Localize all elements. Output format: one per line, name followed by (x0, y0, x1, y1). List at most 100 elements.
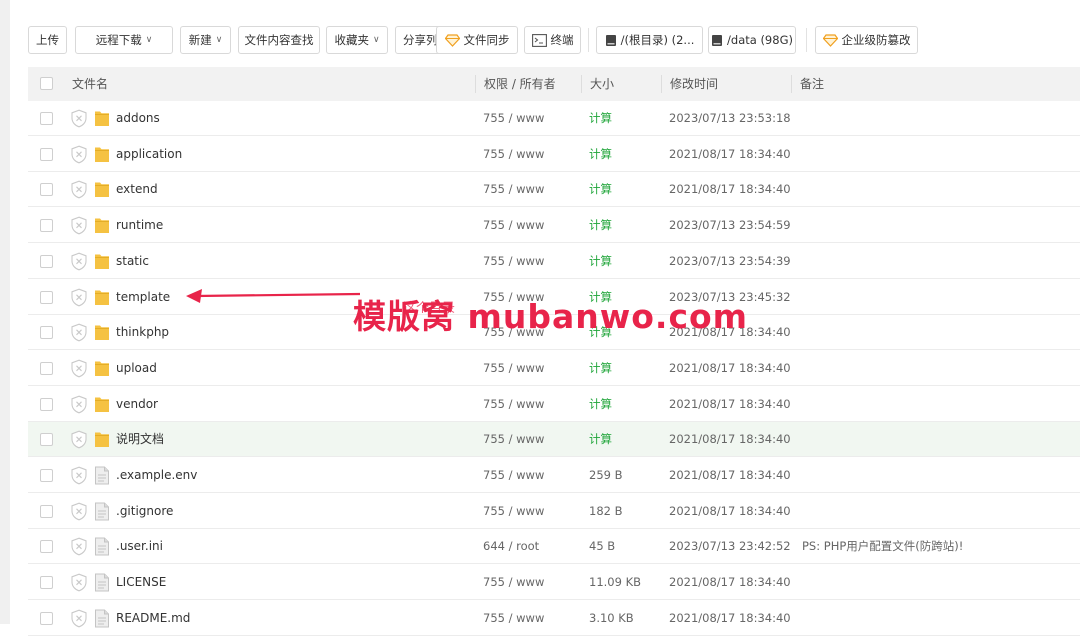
new-button[interactable]: 新建 ∨ (180, 26, 231, 54)
row-checkbox[interactable] (40, 326, 53, 340)
header-filename[interactable]: 文件名 (72, 67, 108, 101)
remote-download-button[interactable]: 远程下载 ∨ (75, 26, 173, 54)
file-permission[interactable]: 755 / www (483, 172, 544, 207)
file-permission[interactable]: 755 / www (483, 387, 544, 422)
row-checkbox[interactable] (40, 469, 53, 482)
upload-button[interactable]: 上传 (28, 26, 67, 54)
content-search-button[interactable]: 文件内容查找 (238, 26, 320, 54)
calculate-size-link[interactable]: 计算 (589, 208, 612, 243)
file-name[interactable]: thinkphp (116, 315, 169, 350)
file-name[interactable]: application (116, 137, 182, 172)
file-permission[interactable]: 755 / www (483, 494, 544, 529)
file-note[interactable]: PS: PHP用户配置文件(防跨站)! (802, 529, 963, 564)
file-permission[interactable]: 755 / www (483, 565, 544, 600)
file-name[interactable]: upload (116, 351, 157, 386)
file-name[interactable]: .example.env (116, 458, 197, 493)
root-disk-button[interactable]: /(根目录) (2... (596, 26, 703, 54)
row-checkbox[interactable] (40, 147, 53, 161)
favorites-button[interactable]: 收藏夹 ∨ (326, 26, 388, 54)
table-row[interactable]: addons 755 / www 计算 2023/07/13 23:53:18 (28, 101, 1080, 136)
file-permission[interactable]: 755 / www (483, 458, 544, 493)
file-permission[interactable]: 755 / www (483, 351, 544, 386)
row-checkbox[interactable] (40, 254, 53, 268)
data-disk-button[interactable]: /data (98G) (708, 26, 796, 54)
table-row[interactable]: vendor 755 / www 计算 2021/08/17 18:34:40 (28, 387, 1080, 422)
file-name[interactable]: static (116, 244, 149, 279)
table-row[interactable]: template 755 / www 计算 2023/07/13 23:45:32 (28, 280, 1080, 315)
file-name[interactable]: vendor (116, 387, 158, 422)
table-row[interactable]: runtime 755 / www 计算 2023/07/13 23:54:59 (28, 208, 1080, 244)
header-size[interactable]: 大小 (590, 67, 614, 101)
table-row[interactable]: LICENSE 755 / www 11.09 KB 2021/08/17 18:34… (28, 565, 1080, 601)
file-name[interactable]: .user.ini (116, 529, 163, 564)
row-checkbox[interactable] (40, 219, 53, 233)
table-row[interactable]: upload 755 / www 计算 2021/08/17 18:34:40 (28, 351, 1080, 386)
file-name[interactable]: .gitignore (116, 494, 173, 529)
row-checkbox[interactable] (40, 290, 53, 304)
protection-shield-icon[interactable] (70, 573, 88, 592)
row-checkbox[interactable] (40, 361, 53, 375)
calculate-size-link[interactable]: 计算 (589, 101, 612, 136)
file-permission[interactable]: 755 / www (483, 244, 544, 279)
protection-shield-icon[interactable] (70, 395, 88, 414)
calculate-size-link[interactable]: 计算 (589, 172, 612, 207)
select-all-checkbox[interactable] (40, 77, 53, 90)
file-name[interactable]: LICENSE (116, 565, 166, 600)
calculate-size-link[interactable]: 计算 (589, 280, 612, 315)
calculate-size-link[interactable]: 计算 (589, 422, 612, 457)
protection-shield-icon[interactable] (70, 359, 88, 378)
protection-shield-icon[interactable] (70, 537, 88, 556)
protection-shield-icon[interactable] (70, 466, 88, 485)
row-checkbox[interactable] (40, 611, 53, 625)
table-row[interactable]: .gitignore 755 / www 182 B 2021/08/17 18:34… (28, 494, 1080, 529)
table-row[interactable]: thinkphp 755 / www 计算 2021/08/17 18:34:40 (28, 315, 1080, 351)
row-checkbox[interactable] (40, 112, 53, 125)
table-row[interactable]: README.md 755 / www 3.10 KB 2021/08/17 18:3… (28, 601, 1080, 636)
protection-shield-icon[interactable] (70, 180, 88, 199)
row-checkbox[interactable] (40, 433, 53, 447)
file-permission[interactable]: 755 / www (483, 208, 544, 243)
protection-shield-icon[interactable] (70, 252, 88, 271)
tamper-proof-button[interactable]: 企业级防篡改 (815, 26, 918, 54)
protection-shield-icon[interactable] (70, 323, 88, 342)
file-name[interactable]: template (116, 280, 170, 315)
table-row[interactable]: .user.ini 644 / root 45 B 2023/07/13 23:42:… (28, 529, 1080, 565)
file-permission[interactable]: 755 / www (483, 315, 544, 350)
calculate-size-link[interactable]: 计算 (589, 351, 612, 386)
file-name[interactable]: 说明文档 (116, 422, 164, 457)
file-permission[interactable]: 755 / www (483, 422, 544, 457)
table-row[interactable]: 说明文档 755 / www 计算 2021/08/17 18:34:40 (28, 422, 1080, 458)
file-permission[interactable]: 755 / www (483, 137, 544, 172)
header-permission[interactable]: 权限 / 所有者 (484, 67, 556, 101)
protection-shield-icon[interactable] (70, 109, 88, 128)
file-permission[interactable]: 755 / www (483, 280, 544, 315)
protection-shield-icon[interactable] (70, 430, 88, 449)
file-permission[interactable]: 755 / www (483, 101, 544, 136)
row-checkbox[interactable] (40, 397, 53, 411)
file-name[interactable]: addons (116, 101, 160, 136)
file-sync-button[interactable]: 文件同步 (436, 26, 518, 54)
table-row[interactable]: .example.env 755 / www 259 B 2021/08/17 18:… (28, 458, 1080, 493)
protection-shield-icon[interactable] (70, 288, 88, 307)
row-checkbox[interactable] (40, 504, 53, 518)
file-name[interactable]: README.md (116, 601, 190, 636)
table-row[interactable]: application 755 / www 计算 2021/08/17 18:34:4… (28, 137, 1080, 172)
header-modified-time[interactable]: 修改时间 (670, 67, 718, 101)
row-checkbox[interactable] (40, 183, 53, 197)
calculate-size-link[interactable]: 计算 (589, 244, 612, 279)
protection-shield-icon[interactable] (70, 216, 88, 235)
calculate-size-link[interactable]: 计算 (589, 137, 612, 172)
file-permission[interactable]: 755 / www (483, 601, 544, 636)
file-permission[interactable]: 644 / root (483, 529, 539, 564)
protection-shield-icon[interactable] (70, 609, 88, 628)
table-row[interactable]: extend 755 / www 计算 2021/08/17 18:34:40 (28, 172, 1080, 208)
table-row[interactable]: static 755 / www 计算 2023/07/13 23:54:39 (28, 244, 1080, 279)
protection-shield-icon[interactable] (70, 502, 88, 521)
file-name[interactable]: runtime (116, 208, 163, 243)
terminal-button[interactable]: 终端 (524, 26, 581, 54)
row-checkbox[interactable] (40, 576, 53, 590)
row-checkbox[interactable] (40, 540, 53, 554)
calculate-size-link[interactable]: 计算 (589, 387, 612, 422)
protection-shield-icon[interactable] (70, 145, 88, 164)
file-name[interactable]: extend (116, 172, 158, 207)
